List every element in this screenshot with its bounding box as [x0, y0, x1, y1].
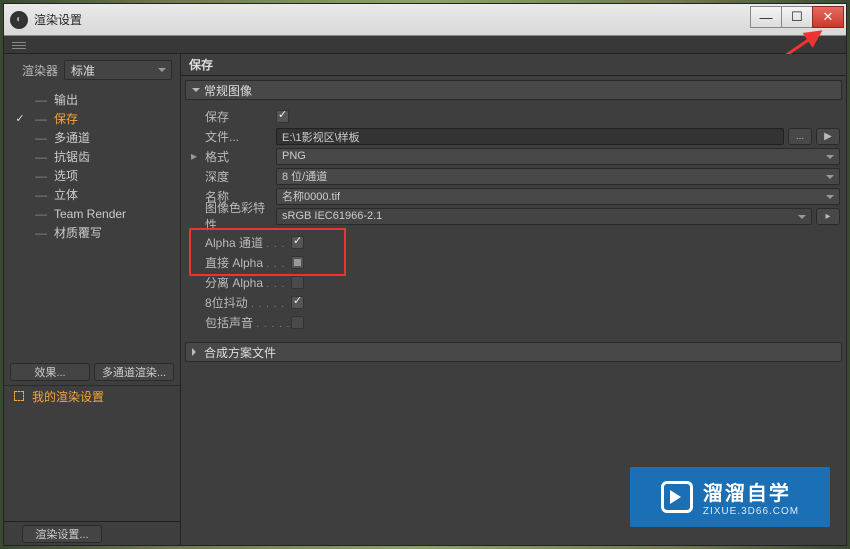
- open-button[interactable]: ▶: [816, 128, 840, 145]
- section-label: 常规图像: [204, 82, 252, 99]
- sidebar-item-output[interactable]: —输出: [4, 90, 180, 109]
- alpha-channel-checkbox[interactable]: [291, 236, 304, 249]
- color-profile-label: 图像色彩特性: [201, 199, 276, 233]
- main-panel: 保存 常规图像 保存 文件... E:\1影视区\样板 ... ▶: [181, 54, 846, 545]
- audio-label: 包括声音 . . . . .: [201, 314, 291, 331]
- sidebar-item-label: Team Render: [54, 207, 126, 221]
- maximize-button[interactable]: ☐: [781, 6, 813, 28]
- titlebar[interactable]: ◐ 渲染设置 — ☐ ✕: [4, 4, 846, 36]
- chevron-right-icon: [192, 348, 200, 356]
- form-regular-image: 保存 文件... E:\1影视区\样板 ... ▶ ▸ 格式 PNG: [181, 104, 846, 338]
- watermark-url: ZIXUE.3D66.COM: [703, 506, 799, 517]
- alpha-channel-label: Alpha 通道 . . .: [201, 234, 291, 251]
- window-controls: — ☐ ✕: [751, 6, 844, 28]
- color-profile-more-button[interactable]: ▸: [816, 208, 840, 225]
- my-render-settings[interactable]: 我的渲染设置: [4, 385, 180, 407]
- expand-icon[interactable]: ▸: [187, 149, 201, 163]
- save-checkbox[interactable]: [276, 110, 289, 123]
- chevron-down-icon: [192, 88, 200, 96]
- close-button[interactable]: ✕: [812, 6, 844, 28]
- sidebar-item-options[interactable]: —选项: [4, 166, 180, 185]
- dither-checkbox[interactable]: [291, 296, 304, 309]
- file-path-input[interactable]: E:\1影视区\样板: [276, 128, 784, 145]
- section-compositing[interactable]: 合成方案文件: [185, 342, 842, 362]
- depth-label: 深度: [201, 168, 276, 185]
- section-regular-image[interactable]: 常规图像: [185, 80, 842, 100]
- dither-label: 8位抖动 . . . . .: [201, 294, 291, 311]
- sidebar-item-label: 输出: [54, 91, 78, 108]
- sidebar: 渲染器 标准 —输出 ✓—保存 —多通道 —抗锯齿 —选项 —立体 —Team …: [4, 54, 181, 545]
- sidebar-item-label: 抗锯齿: [54, 148, 90, 165]
- format-label: 格式: [201, 148, 276, 165]
- play-icon: [661, 481, 693, 513]
- checkmark-icon: ✓: [12, 112, 28, 125]
- watermark-text: 溜溜自学: [703, 477, 799, 506]
- name-select[interactable]: 名称0000.tif: [276, 188, 840, 205]
- watermark-logo: 溜溜自学 ZIXUE.3D66.COM: [630, 467, 830, 527]
- save-label: 保存: [201, 108, 276, 125]
- separate-alpha-label: 分离 Alpha . . .: [201, 274, 291, 291]
- panel-title: 保存: [181, 54, 846, 76]
- multipass-render-button[interactable]: 多通道渲染...: [94, 363, 174, 381]
- file-label: 文件...: [201, 128, 276, 145]
- sidebar-item-antialiasing[interactable]: —抗锯齿: [4, 147, 180, 166]
- render-settings-button[interactable]: 渲染设置...: [22, 525, 102, 543]
- menubar: [4, 36, 846, 54]
- effects-button[interactable]: 效果...: [10, 363, 90, 381]
- grip-icon: [12, 41, 26, 49]
- sidebar-item-save[interactable]: ✓—保存: [4, 109, 180, 128]
- sidebar-item-label: 多通道: [54, 129, 90, 146]
- renderer-select[interactable]: 标准: [64, 60, 172, 80]
- audio-checkbox[interactable]: [291, 316, 304, 329]
- separate-alpha-checkbox[interactable]: [291, 276, 304, 289]
- sidebar-item-material-override[interactable]: —材质覆写: [4, 223, 180, 242]
- sidebar-item-team-render[interactable]: —Team Render: [4, 204, 180, 223]
- sidebar-item-label: 材质覆写: [54, 224, 102, 241]
- my-settings-label: 我的渲染设置: [32, 388, 104, 405]
- section-label: 合成方案文件: [204, 344, 276, 361]
- format-select[interactable]: PNG: [276, 148, 840, 165]
- sidebar-item-multipass[interactable]: —多通道: [4, 128, 180, 147]
- app-icon: ◐: [10, 11, 28, 29]
- sidebar-item-label: 选项: [54, 167, 78, 184]
- sidebar-item-label: 立体: [54, 186, 78, 203]
- depth-select[interactable]: 8 位/通道: [276, 168, 840, 185]
- sidebar-list: —输出 ✓—保存 —多通道 —抗锯齿 —选项 —立体 —Team Render …: [4, 88, 180, 244]
- renderer-label: 渲染器: [22, 62, 58, 79]
- preset-icon: [14, 391, 24, 401]
- minimize-button[interactable]: —: [750, 6, 782, 28]
- sidebar-item-stereo[interactable]: —立体: [4, 185, 180, 204]
- browse-button[interactable]: ...: [788, 128, 812, 145]
- straight-alpha-label: 直接 Alpha . . .: [201, 254, 291, 271]
- render-settings-window: ◐ 渲染设置 — ☐ ✕ 渲染器 标准 —输出 ✓—保存 —多通道 —抗锯齿 —…: [3, 3, 847, 546]
- window-title: 渲染设置: [34, 11, 82, 28]
- straight-alpha-checkbox[interactable]: [291, 256, 304, 269]
- color-profile-select[interactable]: sRGB IEC61966-2.1: [276, 208, 812, 225]
- sidebar-item-label: 保存: [54, 110, 78, 127]
